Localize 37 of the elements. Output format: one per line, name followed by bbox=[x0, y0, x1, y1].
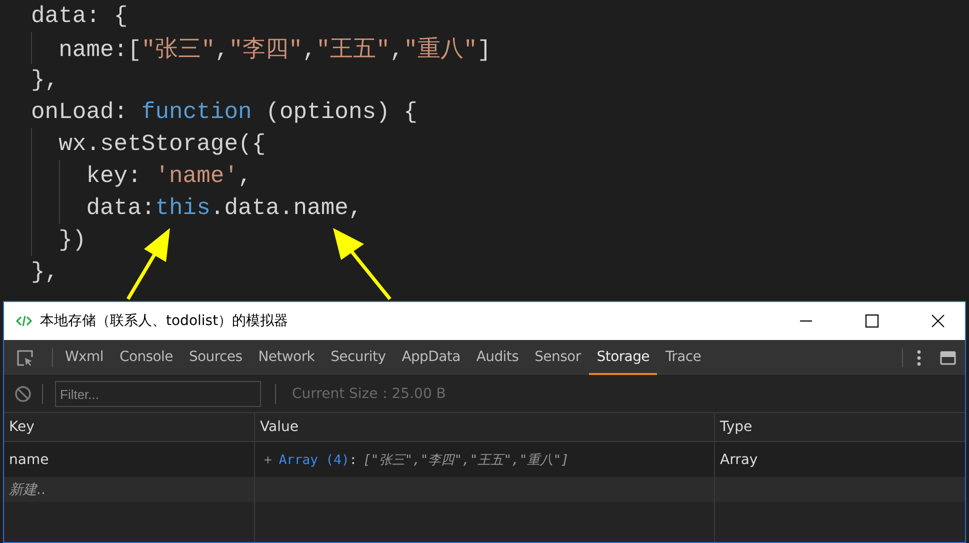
table-cell: name bbox=[9, 452, 49, 468]
column-header[interactable]: Value bbox=[255, 413, 715, 441]
code-line: key: 'name', bbox=[86, 163, 252, 189]
column-header[interactable]: Key bbox=[4, 413, 255, 441]
maximize-icon[interactable] bbox=[865, 314, 879, 328]
code-line: }) bbox=[58, 227, 86, 253]
dock-icon[interactable] bbox=[940, 350, 956, 364]
inspect-icon[interactable] bbox=[16, 348, 34, 366]
tab[interactable]: Network bbox=[250, 340, 323, 375]
tab[interactable]: Sensor bbox=[526, 340, 589, 375]
tab[interactable]: AppData bbox=[394, 340, 468, 375]
code-line: data: { bbox=[31, 3, 128, 29]
column-header[interactable]: Type bbox=[715, 413, 965, 441]
close-icon[interactable] bbox=[931, 314, 945, 328]
window-title: 本地存储（联系人、todolist）的模拟器 bbox=[40, 312, 288, 330]
tab[interactable]: Audits bbox=[468, 340, 527, 375]
tab[interactable]: Storage bbox=[588, 340, 658, 375]
filter-field[interactable]: Filter... bbox=[55, 381, 261, 407]
arrow bbox=[126, 228, 170, 300]
current-size: Current Size：25.00 B bbox=[292, 385, 446, 403]
new-entry-item[interactable]: 新建.. bbox=[9, 480, 46, 498]
code-line: }, bbox=[31, 67, 59, 93]
more-icon[interactable] bbox=[916, 348, 922, 366]
code-line: onLoad: function (options) { bbox=[31, 99, 418, 125]
clear-icon[interactable] bbox=[14, 385, 32, 403]
code-line: name:["张三","李四","王五","重八"] bbox=[58, 36, 492, 64]
code-line: }, bbox=[31, 259, 59, 285]
tab[interactable]: Console bbox=[111, 340, 181, 375]
code-line: wx.setStorage({ bbox=[58, 131, 266, 157]
tab[interactable]: Sources bbox=[180, 340, 250, 375]
code-line: data:this.data.name, bbox=[86, 195, 362, 221]
tab[interactable]: Wxml bbox=[57, 340, 112, 375]
tab[interactable]: Trace bbox=[657, 340, 710, 375]
table-cell-text: + Array (4): ["张三","李四","王五","重八"] bbox=[264, 452, 569, 468]
code-icon bbox=[16, 315, 32, 327]
tab[interactable]: Security bbox=[322, 340, 394, 375]
table-cell: Array bbox=[720, 452, 758, 468]
